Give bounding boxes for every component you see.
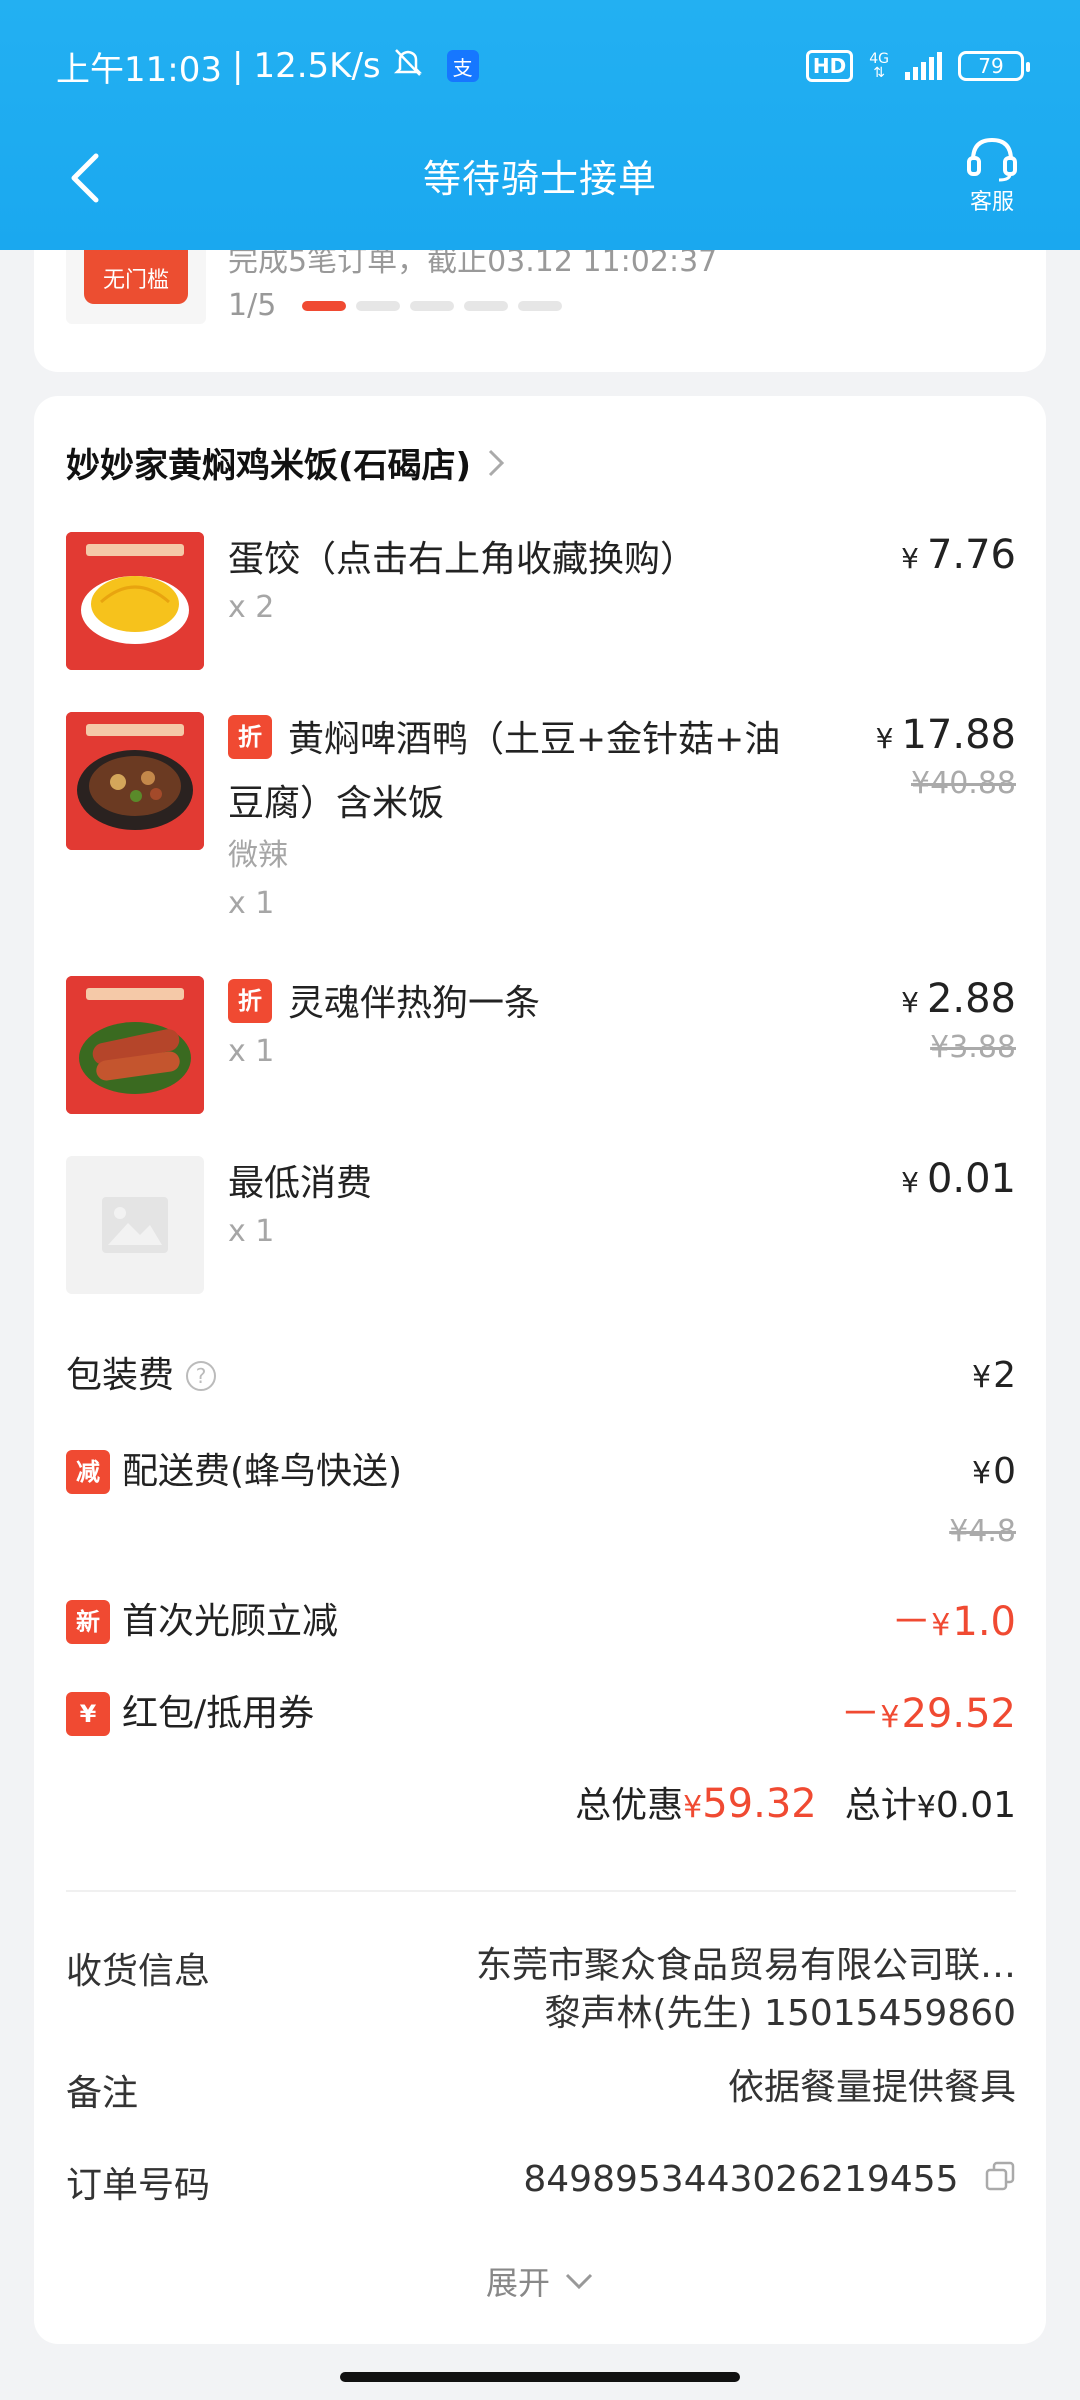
bell-muted-icon [391,45,425,88]
total-value: ¥0.01 [916,1785,1016,1826]
item-image [66,532,204,670]
home-indicator[interactable] [340,2372,740,2382]
carousel-dot [464,300,509,311]
item-original-price: ¥40.88 [911,766,1016,801]
nav-bar: 等待骑士接单 客服 [0,130,1080,220]
order-detail-card: 妙妙家黄焖鸡米饭(石碣店) 蛋饺（点击右上角收藏换购） x 2 ¥7.76 折 … [34,396,1046,2344]
new-customer-tag: 新 [66,1600,110,1644]
delivery-contact: 黎声林(先生) 15015459860 [544,1993,1016,2034]
shop-link[interactable]: 妙妙家黄焖鸡米饭(石碣店) [66,438,505,487]
network-speed: 12.5K/s [253,46,381,86]
discount-total-label: 总优惠 [575,1785,684,1826]
delivery-info-label: 收货信息 [66,1951,211,1992]
image-placeholder-icon [66,1156,204,1294]
coupon-tag: ¥ [66,1692,110,1736]
carousel-dot [302,300,347,311]
carousel-dot [410,300,455,311]
header: 上午11:03 | 12.5K/s 支 HD 4G ⇅ 79 等待骑士接单 客服 [0,0,1080,250]
order-number-label: 订单号码 [66,2165,211,2206]
item-quantity: x 1 [228,1034,275,1069]
item-price: ¥0.01 [901,1156,1016,1202]
order-number-value: 8498953443026219455 [523,2159,959,2200]
customer-service-button[interactable]: 客服 [954,134,1030,218]
coupon-label: 红包/抵用券 [122,1693,315,1734]
carousel-dots[interactable] [302,300,563,311]
hd-badge: HD [805,50,854,82]
item-quantity: x 1 [228,886,275,921]
copy-icon[interactable] [984,2157,1016,2205]
network-type: 4G ⇅ [869,51,889,81]
chevron-down-icon [565,2273,593,2290]
order-item[interactable]: 蛋饺（点击右上角收藏换购） x 2 ¥7.76 [66,532,1016,672]
delivery-fee-row: 减 配送费(蜂鸟快送) ¥0 ¥4.8 [66,1442,1016,1552]
item-name: 黄焖啤酒鸭（土豆+金针菇+油豆腐）含米饭 [228,719,781,824]
expand-label: 展开 [485,2264,550,2302]
signal-icon [905,52,942,80]
question-icon[interactable]: ? [186,1361,217,1391]
item-quantity: x 2 [228,590,275,625]
order-number-row: 订单号码 8498953443026219455 [66,2156,1016,2206]
packaging-fee-row: 包装费 ? ¥2 [66,1346,1016,1406]
carousel-dot [356,300,401,311]
note-label: 备注 [66,2073,139,2114]
chevron-right-icon [487,448,505,478]
first-visit-label: 首次光顾立减 [122,1601,339,1642]
packaging-fee-value: ¥2 [972,1355,1016,1396]
item-image [66,712,204,850]
page-title: 等待骑士接单 [422,156,657,201]
delivery-fee-original: ¥4.8 [949,1514,1016,1549]
delivery-info-row: 收货信息 东莞市聚众食品贸易有限公司联… 黎声林(先生) 15015459860 [66,1942,1016,2052]
alipay-icon: 支 [446,50,479,82]
note-value: 依据餐量提供餐具 [727,2067,1016,2108]
item-name: 灵魂伴热狗一条 [288,983,541,1024]
order-item[interactable]: 折黄焖啤酒鸭（土豆+金针菇+油豆腐）含米饭 微辣 x 1 ¥17.88 ¥40.… [66,712,1016,942]
first-visit-discount-row: 新 首次光顾立减 －¥1.0 [66,1592,1016,1652]
battery-icon: 79 [958,51,1030,81]
headset-icon [967,137,1017,182]
discount-tag: 折 [228,979,272,1023]
shop-name: 妙妙家黄焖鸡米饭(石碣店) [66,446,472,486]
coupon-row: ¥ 红包/抵用券 －¥29.52 [66,1684,1016,1744]
divider [66,1890,1016,1892]
item-price: ¥2.88 [901,976,1016,1022]
note-row: 备注 依据餐量提供餐具 [66,2064,1016,2114]
packaging-fee-label: 包装费 [66,1355,175,1396]
status-bar: 上午11:03 | 12.5K/s 支 HD 4G ⇅ 79 [0,36,1080,96]
order-item[interactable]: 折灵魂伴热狗一条 x 1 ¥2.88 ¥3.88 [66,976,1016,1116]
item-quantity: x 1 [228,1214,275,1249]
discount-tag: 折 [228,715,272,759]
delivery-address: 东莞市聚众食品贸易有限公司联… [475,1945,1016,1986]
item-price: ¥17.88 [875,712,1016,758]
delivery-fee-value: ¥0 [972,1451,1016,1492]
item-price: ¥7.76 [901,532,1016,578]
item-name: 蛋饺（点击右上角收藏换购） [228,539,697,580]
item-spec: 微辣 [228,838,288,873]
order-summary: 总优惠 ¥59.32 总计 ¥0.01 [575,1776,1016,1828]
carousel-page: 1/5 [228,288,277,323]
order-item[interactable]: 最低消费 x 1 ¥0.01 [66,1156,1016,1296]
reduce-tag: 减 [66,1450,110,1494]
first-visit-value: －¥1.0 [891,1599,1016,1645]
item-image [66,976,204,1114]
coupon-value: －¥29.52 [840,1691,1016,1737]
item-original-price: ¥3.88 [930,1030,1016,1065]
total-label: 总计 [844,1785,917,1826]
item-name: 最低消费 [228,1163,373,1204]
carousel-dot [518,300,563,311]
expand-button[interactable]: 展开 [34,2258,1046,2304]
back-button[interactable] [56,148,116,208]
delivery-fee-label: 配送费(蜂鸟快送) [122,1451,403,1492]
discount-total-value: ¥59.32 [683,1781,817,1827]
chevron-left-icon [71,153,99,203]
status-time: 上午11:03 [56,49,222,90]
